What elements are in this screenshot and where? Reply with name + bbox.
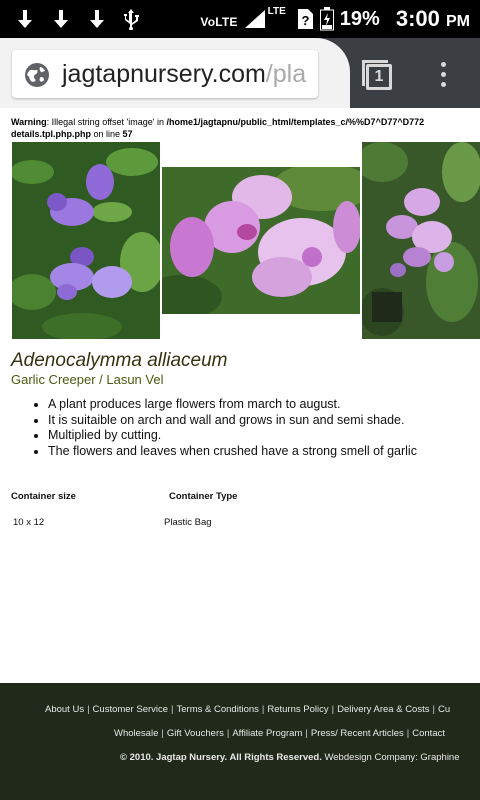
separator: | bbox=[432, 704, 435, 715]
volte-label: VoLTE bbox=[200, 15, 238, 29]
svg-text:?: ? bbox=[301, 13, 309, 28]
footer-link-terms[interactable]: Terms & Conditions bbox=[177, 704, 259, 715]
clock-ampm: PM bbox=[446, 13, 470, 30]
warning-line: 57 bbox=[122, 129, 133, 139]
url-domain: jagtapnursery.com bbox=[62, 60, 266, 88]
warning-path: /home1/jagtapnu/public_html/templates_c/… bbox=[166, 117, 425, 127]
download-icon bbox=[18, 10, 32, 28]
status-bar: VoLTE LTE ? 19% 3:00 PM bbox=[0, 0, 480, 38]
plant-photo-3[interactable] bbox=[362, 142, 480, 339]
notification-icons bbox=[14, 8, 140, 30]
flower-image bbox=[12, 142, 160, 339]
no-sim-icon: ? bbox=[297, 9, 313, 29]
clock: 3:00 PM bbox=[396, 6, 470, 32]
clock-time: 3:00 bbox=[395, 6, 440, 31]
plant-common-names: Garlic Creeper / Lasun Vel bbox=[11, 372, 164, 387]
warning-message: : Illegal string offset 'image' in bbox=[46, 117, 167, 127]
dot-icon bbox=[440, 62, 446, 67]
feature-item: It is suitaible on arch and wall and gro… bbox=[48, 413, 417, 429]
separator: | bbox=[161, 728, 164, 739]
dot-icon bbox=[440, 82, 446, 87]
footer-link-returns[interactable]: Returns Policy bbox=[267, 704, 328, 715]
feature-item: The flowers and leaves when crushed have… bbox=[48, 444, 417, 460]
footer-link-customer-service[interactable]: Customer Service bbox=[93, 704, 169, 715]
footer-link-delivery[interactable]: Delivery Area & Costs bbox=[337, 704, 429, 715]
footer-link-cut[interactable]: Cu bbox=[438, 704, 450, 715]
flower-image bbox=[162, 167, 360, 314]
browser-toolbar: jagtapnursery.com/pla 1 bbox=[0, 38, 480, 108]
plant-photo-1[interactable] bbox=[12, 142, 160, 339]
warning-on-line: on line bbox=[91, 129, 123, 139]
footer-link-gift-vouchers[interactable]: Gift Vouchers bbox=[167, 728, 224, 739]
php-warning: Warning: Illegal string offset 'image' i… bbox=[11, 116, 480, 140]
webdesign-credit[interactable]: Webdesign Company: Graphine bbox=[322, 752, 459, 763]
footer-links-row-1: About Us | Customer Service | Terms & Condit… bbox=[45, 704, 450, 715]
warning-label: Warning bbox=[11, 117, 47, 127]
signal-icon bbox=[244, 10, 265, 28]
overflow-menu-button[interactable] bbox=[436, 62, 450, 92]
tab-count: 1 bbox=[366, 64, 392, 90]
copyright-text: © 2010. Jagtap Nursery. All Rights Reser… bbox=[120, 752, 322, 763]
download-icon bbox=[54, 10, 68, 28]
feature-item: Multiplied by cutting. bbox=[48, 428, 417, 444]
plant-photo-2[interactable] bbox=[162, 167, 360, 314]
url-bar[interactable]: jagtapnursery.com/pla bbox=[12, 50, 318, 98]
url-text: jagtapnursery.com/pla bbox=[62, 60, 306, 89]
url-path: /pla bbox=[265, 60, 307, 88]
usb-icon bbox=[124, 9, 139, 30]
globe-icon bbox=[25, 63, 49, 87]
footer-link-contact[interactable]: Contact bbox=[412, 728, 445, 739]
footer-links-row-2: Wholesale | Gift Vouchers | Affiliate Progra… bbox=[114, 728, 445, 739]
separator: | bbox=[406, 728, 410, 739]
container-type-value: Plastic Bag bbox=[164, 517, 212, 528]
footer-link-affiliate[interactable]: Affiliate Program bbox=[232, 728, 302, 739]
footer-link-press[interactable]: Press/ Recent Articles bbox=[311, 728, 404, 739]
separator: | bbox=[87, 704, 90, 715]
footer-copyright-row: © 2010. Jagtap Nursery. All Rights Reser… bbox=[120, 752, 460, 763]
battery-percent: 19% bbox=[339, 7, 380, 30]
site-footer: About Us | Customer Service | Terms & Condit… bbox=[0, 683, 480, 800]
lte-label: LTE bbox=[267, 5, 286, 17]
container-size-value: 10 x 12 bbox=[13, 517, 45, 528]
flower-image bbox=[362, 142, 480, 339]
warning-file: details.tpl.php.php bbox=[11, 129, 91, 139]
tab-switcher-button[interactable]: 1 bbox=[362, 60, 392, 90]
download-icon bbox=[90, 10, 104, 28]
page-content: Warning: Illegal string offset 'image' i… bbox=[0, 108, 480, 683]
system-indicators: VoLTE LTE ? 19% 3:00 PM bbox=[200, 6, 470, 32]
plant-features: A plant produces large flowers from marc… bbox=[48, 397, 417, 459]
separator: | bbox=[171, 704, 174, 715]
omnibox-area: jagtapnursery.com/pla bbox=[0, 38, 350, 108]
dot-icon bbox=[440, 72, 446, 77]
separator: | bbox=[305, 728, 308, 739]
container-type-header: Container Type bbox=[169, 491, 238, 502]
separator: | bbox=[331, 704, 335, 715]
plant-name: Adenocalymma alliaceum bbox=[11, 350, 228, 371]
footer-link-about[interactable]: About Us bbox=[45, 704, 84, 715]
battery-icon bbox=[319, 7, 334, 31]
feature-item: A plant produces large flowers from marc… bbox=[48, 397, 417, 413]
footer-link-wholesale[interactable]: Wholesale bbox=[114, 728, 158, 739]
container-size-header: Container size bbox=[11, 491, 76, 502]
